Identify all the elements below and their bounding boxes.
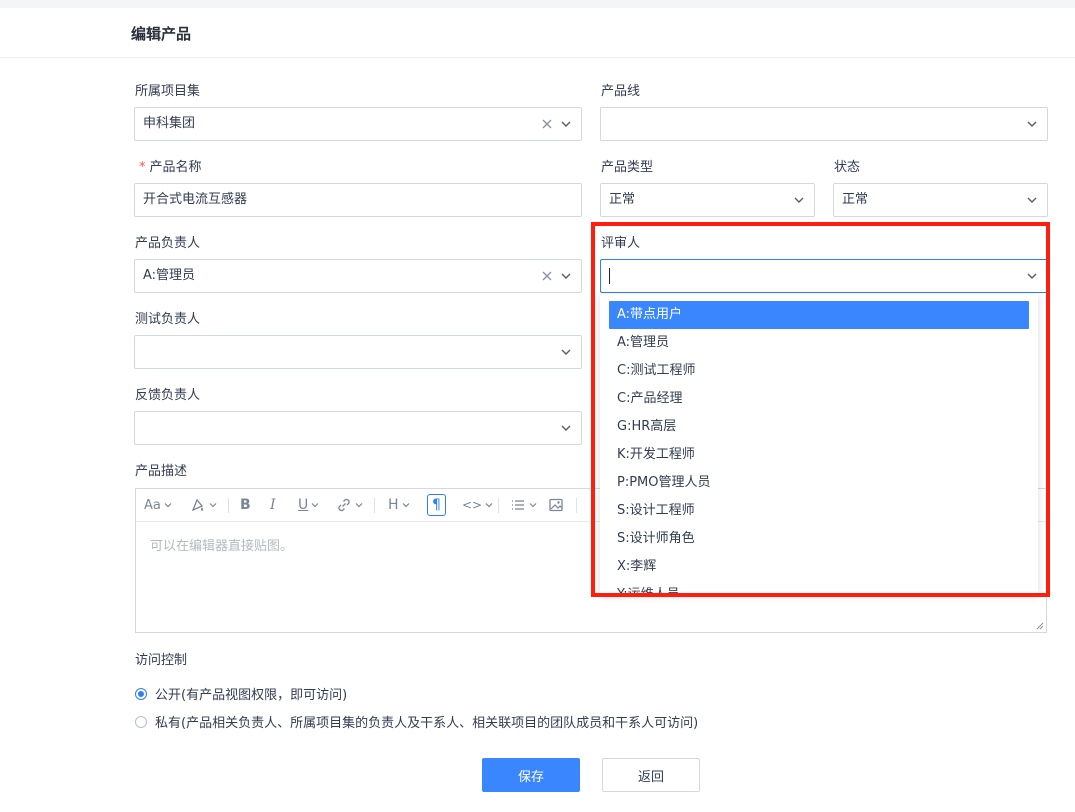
chevron-down-icon xyxy=(485,503,493,508)
reviewer-option[interactable]: A:带点用户 xyxy=(609,301,1029,329)
reviewer-option[interactable]: C:产品经理 xyxy=(609,385,1029,413)
reviewer-option[interactable]: P:PMO管理人员 xyxy=(609,469,1029,497)
reviewer-option[interactable]: C:测试工程师 xyxy=(609,357,1029,385)
product-line-label: 产品线 xyxy=(601,84,641,99)
chevron-down-icon xyxy=(402,503,409,508)
text-caret xyxy=(609,268,610,284)
underline-icon: U xyxy=(298,497,309,513)
product-name-input[interactable]: 开合式电流互感器 xyxy=(134,183,582,217)
access-control-label: 访问控制 xyxy=(135,653,188,668)
top-strip xyxy=(0,0,1075,8)
heading-button[interactable]: H xyxy=(388,495,410,515)
radio-checked[interactable] xyxy=(135,687,147,700)
chevron-down-icon xyxy=(1027,197,1037,203)
font-size-button[interactable]: Aa xyxy=(144,495,172,515)
reviewer-option[interactable]: K:开发工程师 xyxy=(609,441,1029,469)
chevron-down-icon xyxy=(561,273,571,279)
product-owner-select[interactable]: A:管理员 xyxy=(134,259,582,293)
clear-icon[interactable] xyxy=(541,118,553,130)
reviewer-select[interactable] xyxy=(600,259,1048,293)
toolbar-divider xyxy=(498,498,499,513)
radio-unchecked[interactable] xyxy=(135,715,147,728)
product-type-label: 产品类型 xyxy=(601,160,654,175)
clear-icon[interactable] xyxy=(541,270,553,282)
status-label: 状态 xyxy=(834,160,861,175)
chevron-down-icon xyxy=(794,197,804,203)
chevron-down-icon xyxy=(561,121,571,127)
chevron-down-icon xyxy=(1027,273,1037,279)
editor-placeholder: 可以在编辑器直接贴图。 xyxy=(150,539,294,554)
heading-icon: H xyxy=(388,497,399,513)
feedback-owner-label: 反馈负责人 xyxy=(135,388,201,403)
link-button[interactable] xyxy=(336,495,363,515)
save-button[interactable]: 保存 xyxy=(482,758,580,792)
chevron-down-icon xyxy=(311,503,319,508)
access-private-label: 私有(产品相关负责人、所属项目集的负责人及干系人、相关联项目的团队成员和干系人可… xyxy=(155,716,699,731)
chevron-down-icon xyxy=(209,503,217,508)
underline-button[interactable]: U xyxy=(298,495,319,515)
font-size-icon: Aa xyxy=(144,497,161,513)
list-button[interactable] xyxy=(510,495,537,515)
page-title: 编辑产品 xyxy=(131,25,192,43)
chevron-down-icon xyxy=(1027,121,1037,127)
reviewer-option[interactable]: A:管理员 xyxy=(609,329,1029,357)
chevron-down-icon xyxy=(355,503,363,508)
toolbar-divider xyxy=(228,498,229,513)
font-color-button[interactable] xyxy=(190,495,217,515)
image-button[interactable] xyxy=(548,495,564,515)
reviewer-option[interactable]: S:设计师角色 xyxy=(609,525,1029,553)
access-public-option[interactable]: 公开(有产品视图权限，即可访问) xyxy=(135,684,347,703)
code-button[interactable]: <> xyxy=(462,495,493,515)
feedback-owner-select[interactable] xyxy=(134,411,582,445)
resize-handle-icon[interactable] xyxy=(1036,622,1044,630)
reviewer-dropdown: A:带点用户 A:管理员 C:测试工程师 C:产品经理 G:HR高层 K:开发工… xyxy=(600,294,1038,594)
required-mark: * xyxy=(139,160,146,175)
image-icon xyxy=(549,498,563,512)
italic-button[interactable]: I xyxy=(270,495,276,515)
back-button[interactable]: 返回 xyxy=(602,758,700,792)
product-owner-value: A:管理员 xyxy=(143,268,196,283)
page-header: 编辑产品 xyxy=(0,8,1075,58)
product-type-select[interactable]: 正常 xyxy=(600,183,815,217)
project-set-select[interactable]: 申科集团 xyxy=(134,107,582,141)
reviewer-label: 评审人 xyxy=(601,236,641,251)
product-name-value: 开合式电流互感器 xyxy=(143,192,248,207)
reviewer-option[interactable]: S:设计工程师 xyxy=(609,497,1029,525)
chevron-down-icon xyxy=(529,503,537,508)
product-line-select[interactable] xyxy=(600,107,1048,141)
reviewer-option[interactable]: Y:运维人员 xyxy=(609,581,1029,594)
paragraph-button[interactable]: ¶ xyxy=(427,494,446,516)
status-value: 正常 xyxy=(842,192,869,207)
reviewer-option[interactable]: X:李辉 xyxy=(609,553,1029,581)
reviewer-option[interactable]: G:HR高层 xyxy=(609,413,1029,441)
product-owner-label: 产品负责人 xyxy=(135,236,201,251)
bold-button[interactable]: B xyxy=(240,495,251,515)
product-type-value: 正常 xyxy=(609,192,636,207)
paint-icon xyxy=(191,498,204,512)
status-select[interactable]: 正常 xyxy=(833,183,1048,217)
test-owner-select[interactable] xyxy=(134,335,582,369)
test-owner-label: 测试负责人 xyxy=(135,312,201,327)
project-set-value: 申科集团 xyxy=(143,116,196,131)
toolbar-divider xyxy=(576,498,577,513)
chevron-down-icon xyxy=(561,349,571,355)
list-icon xyxy=(512,500,524,510)
product-name-label-text: 产品名称 xyxy=(149,160,202,175)
chevron-down-icon xyxy=(561,425,571,431)
description-label: 产品描述 xyxy=(135,464,188,479)
code-icon: <> xyxy=(462,498,483,512)
project-set-label: 所属项目集 xyxy=(135,84,201,99)
toolbar-divider xyxy=(374,498,375,513)
chevron-down-icon xyxy=(164,503,172,508)
access-public-label: 公开(有产品视图权限，即可访问) xyxy=(155,688,348,703)
access-private-option[interactable]: 私有(产品相关负责人、所属项目集的负责人及干系人、相关联项目的团队成员和干系人可… xyxy=(135,712,698,731)
link-icon xyxy=(338,498,350,512)
product-name-label: * 产品名称 xyxy=(139,159,202,177)
